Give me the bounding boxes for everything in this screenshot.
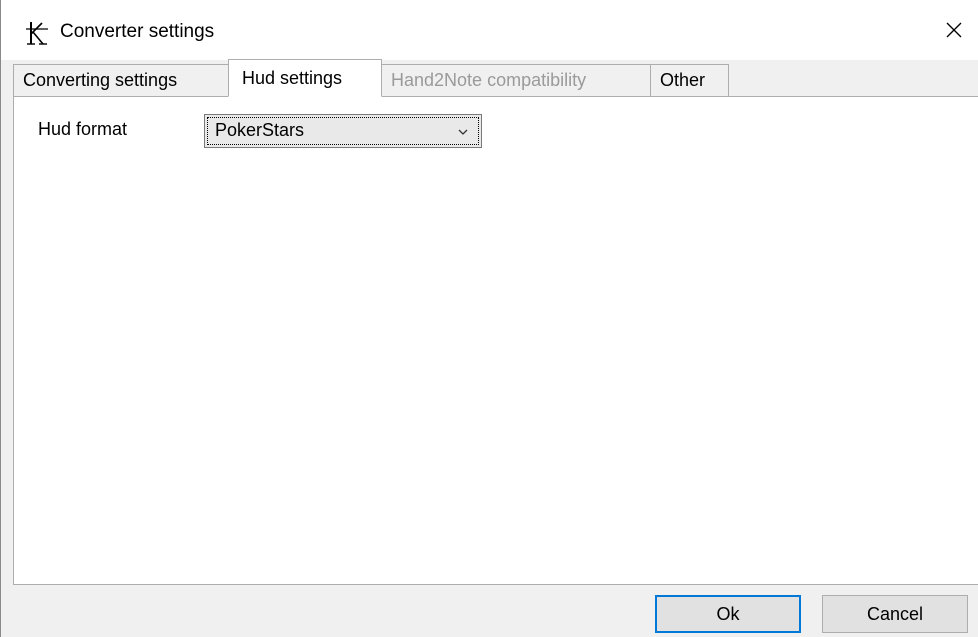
hud-settings-panel: Hud format PokerStars [13, 96, 978, 585]
tab-strip: Converting settings Hud settings Hand2No… [13, 59, 729, 97]
converter-settings-dialog: Converter settings Converting settings H… [0, 0, 978, 637]
tab-other[interactable]: Other [650, 64, 729, 96]
hud-format-value: PokerStars [215, 120, 305, 140]
cancel-button[interactable]: Cancel [822, 595, 968, 633]
hud-format-label: Hud format [38, 119, 128, 139]
tab-hud-settings[interactable]: Hud settings [228, 59, 382, 97]
tab-converting-settings[interactable]: Converting settings [13, 64, 229, 96]
window-title: Converter settings [60, 21, 215, 42]
tab-hand2note-compatibility: Hand2Note compatibility [381, 64, 651, 96]
title-bar[interactable]: Converter settings [1, 0, 978, 60]
close-icon [946, 22, 962, 43]
k-logo-icon [25, 20, 49, 46]
close-button[interactable] [930, 8, 978, 56]
ok-button[interactable]: Ok [655, 595, 801, 633]
chevron-down-icon[interactable] [457, 125, 469, 137]
hud-format-select[interactable]: PokerStars [204, 114, 482, 148]
